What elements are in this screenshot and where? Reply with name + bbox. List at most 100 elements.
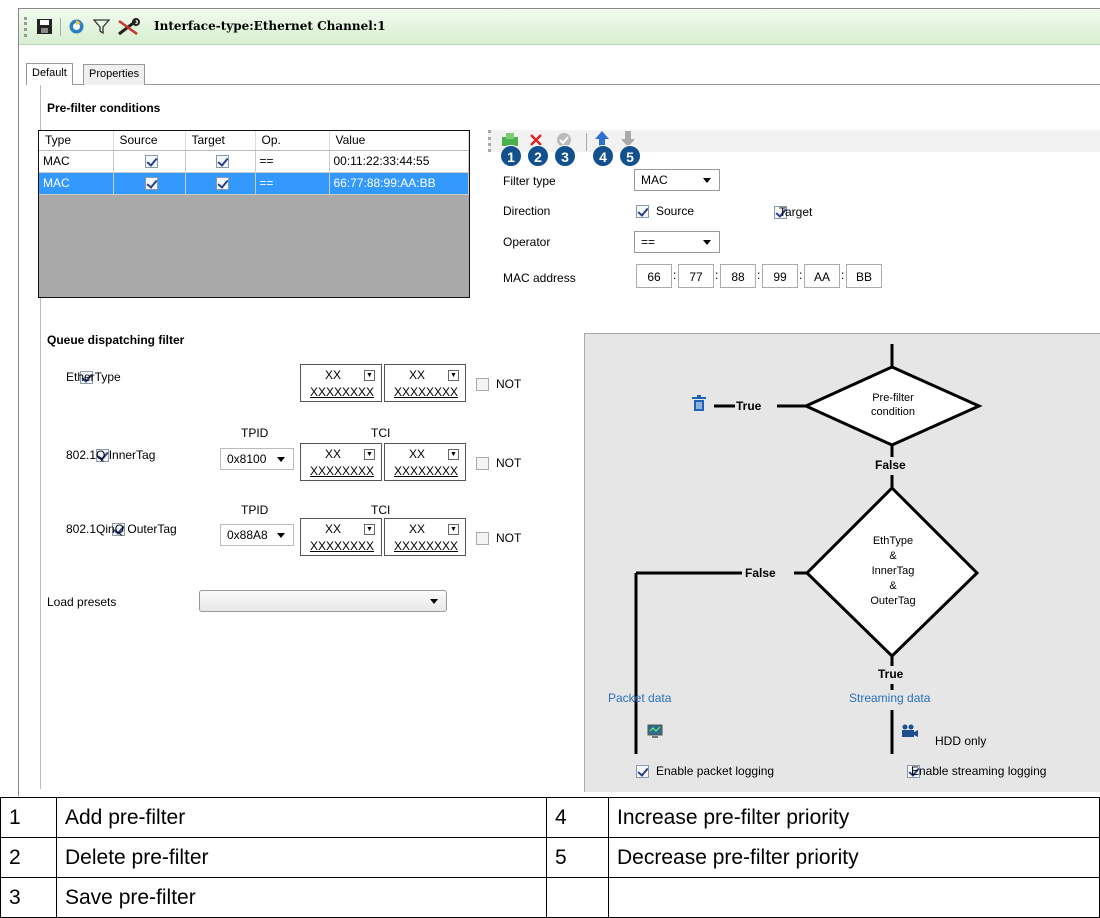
tci-header: TCI [371, 503, 391, 517]
refresh-icon[interactable] [68, 18, 85, 35]
prefilter-condition-node: Pre-filter condition [870, 392, 916, 418]
separator [60, 18, 61, 36]
not-checkbox[interactable] [476, 457, 489, 470]
mac-separator: : [673, 268, 677, 282]
queue-section-title: Queue dispatching filter [47, 333, 185, 347]
streaming-data-label: Streaming data [849, 691, 931, 705]
cell-type: MAC [39, 172, 114, 195]
column-header[interactable]: Target [185, 131, 256, 151]
tci-header: TCI [371, 426, 391, 440]
direction-source-checkbox[interactable] [636, 205, 649, 219]
legend-text: Decrease pre-filter priority [608, 837, 1100, 878]
legend-row: 1 Add pre-filter 4 Increase pre-filter p… [0, 797, 1100, 838]
innertag-label: 802.1Q InnerTag [66, 448, 156, 462]
mac-octet-input[interactable]: 66 [636, 264, 672, 288]
not-checkbox[interactable] [476, 378, 489, 391]
legend-text: Add pre-filter [56, 797, 547, 838]
mac-octet-input[interactable]: 77 [678, 264, 714, 288]
dropdown-icon[interactable]: ▼ [448, 370, 459, 381]
prefilter-grid: Type Source Target Op. Value MAC == 00:1… [38, 130, 470, 298]
cell-op: == [255, 172, 330, 195]
true-label: True [736, 399, 762, 413]
dropdown-icon[interactable]: ▼ [448, 449, 459, 460]
callout-1: 1 [500, 145, 522, 167]
hex-input[interactable]: XX ▼ XXXXXXXX [300, 443, 382, 481]
enable-packet-label: Enable packet logging [656, 764, 775, 778]
dropdown-icon[interactable]: ▼ [364, 370, 375, 381]
toolbar-grip [24, 17, 27, 37]
filter-type-label: Filter type [503, 174, 556, 188]
presets-select[interactable] [199, 590, 447, 612]
cell-op: == [255, 150, 330, 173]
direction-label: Direction [503, 204, 551, 218]
false-label: False [875, 458, 906, 472]
mac-separator: : [757, 268, 761, 282]
legend-number: 5 [546, 837, 609, 878]
ethertype-label: EtherType [66, 370, 121, 384]
legend-text: Save pre-filter [56, 877, 547, 918]
legend-table: 1 Add pre-filter 4 Increase pre-filter p… [0, 797, 1100, 918]
legend-text: Delete pre-filter [56, 837, 547, 878]
callout-4: 4 [592, 145, 614, 167]
legend-text [608, 877, 1100, 918]
filter-type-select[interactable]: MAC [634, 169, 720, 191]
hex-input[interactable]: XX ▼ XXXXXXXX [300, 364, 382, 402]
tools-icon[interactable] [116, 18, 142, 36]
inner-tpid-select[interactable]: 0x8100 [220, 448, 294, 470]
tab-default[interactable]: Default [26, 63, 73, 85]
mac-octet-input[interactable]: AA [804, 264, 840, 288]
table-row[interactable]: MAC == 66:77:88:99:AA:BB [39, 172, 469, 195]
operator-select[interactable]: == [634, 231, 720, 253]
cell-value: 66:77:88:99:AA:BB [329, 172, 469, 195]
hex-input[interactable]: XX ▼ XXXXXXXX [384, 443, 466, 481]
tpid-header: TPID [241, 503, 269, 517]
mac-octet-input[interactable]: 88 [720, 264, 756, 288]
cell-type: MAC [39, 150, 114, 173]
legend-row: 3 Save pre-filter [0, 877, 1100, 918]
hex-input[interactable]: XX ▼ XXXXXXXX [384, 518, 466, 556]
save-icon[interactable] [36, 18, 53, 35]
not-checkbox[interactable] [476, 532, 489, 545]
cell-value: 00:11:22:33:44:55 [329, 150, 469, 173]
filter-icon[interactable] [92, 18, 111, 35]
grid-header: Type Source Target Op. Value [39, 131, 469, 151]
source-checkbox[interactable] [144, 177, 158, 191]
true-label: True [878, 667, 904, 681]
hex-input[interactable]: XX ▼ XXXXXXXX [300, 518, 382, 556]
callout-2: 2 [527, 145, 549, 167]
source-checkbox[interactable] [144, 155, 158, 169]
callout-5: 5 [619, 145, 641, 167]
flow-diagram: True Pre-filter condition False EthType & I… [584, 333, 1100, 792]
outer-tpid-select[interactable]: 0x88A8 [220, 524, 294, 546]
dropdown-icon[interactable]: ▼ [364, 449, 375, 460]
not-label: NOT [496, 531, 522, 545]
window-title: Interface-type:Ethernet Channel:1 [154, 19, 386, 33]
target-checkbox[interactable] [215, 155, 229, 169]
legend-number [546, 877, 609, 918]
not-label: NOT [496, 456, 522, 470]
dropdown-icon[interactable]: ▼ [364, 524, 375, 535]
tabs-baseline [40, 84, 1100, 85]
camera-icon [901, 724, 919, 741]
enable-streaming-label: Enable streaming logging [911, 764, 1047, 778]
mac-octet-input[interactable]: 99 [762, 264, 798, 288]
column-header[interactable]: Op. [255, 131, 330, 151]
hex-input[interactable]: XX ▼ XXXXXXXX [384, 364, 466, 402]
column-header[interactable]: Type [39, 131, 114, 151]
mac-octet-input[interactable]: BB [846, 264, 882, 288]
separator [586, 133, 587, 151]
enable-packet-checkbox[interactable] [636, 765, 649, 779]
table-row[interactable]: MAC == 00:11:22:33:44:55 [39, 150, 469, 173]
trash-icon[interactable] [692, 395, 706, 415]
not-label: NOT [496, 377, 522, 391]
column-header[interactable]: Source [113, 131, 186, 151]
target-checkbox[interactable] [215, 177, 229, 191]
tab-properties[interactable]: Properties [83, 64, 146, 85]
column-header[interactable]: Value [329, 131, 469, 151]
mac-separator: : [715, 268, 719, 282]
callout-3: 3 [554, 145, 576, 167]
dropdown-icon[interactable]: ▼ [448, 524, 459, 535]
packet-data-label: Packet data [608, 691, 672, 705]
legend-number: 1 [0, 797, 57, 838]
tpid-header: TPID [241, 426, 269, 440]
